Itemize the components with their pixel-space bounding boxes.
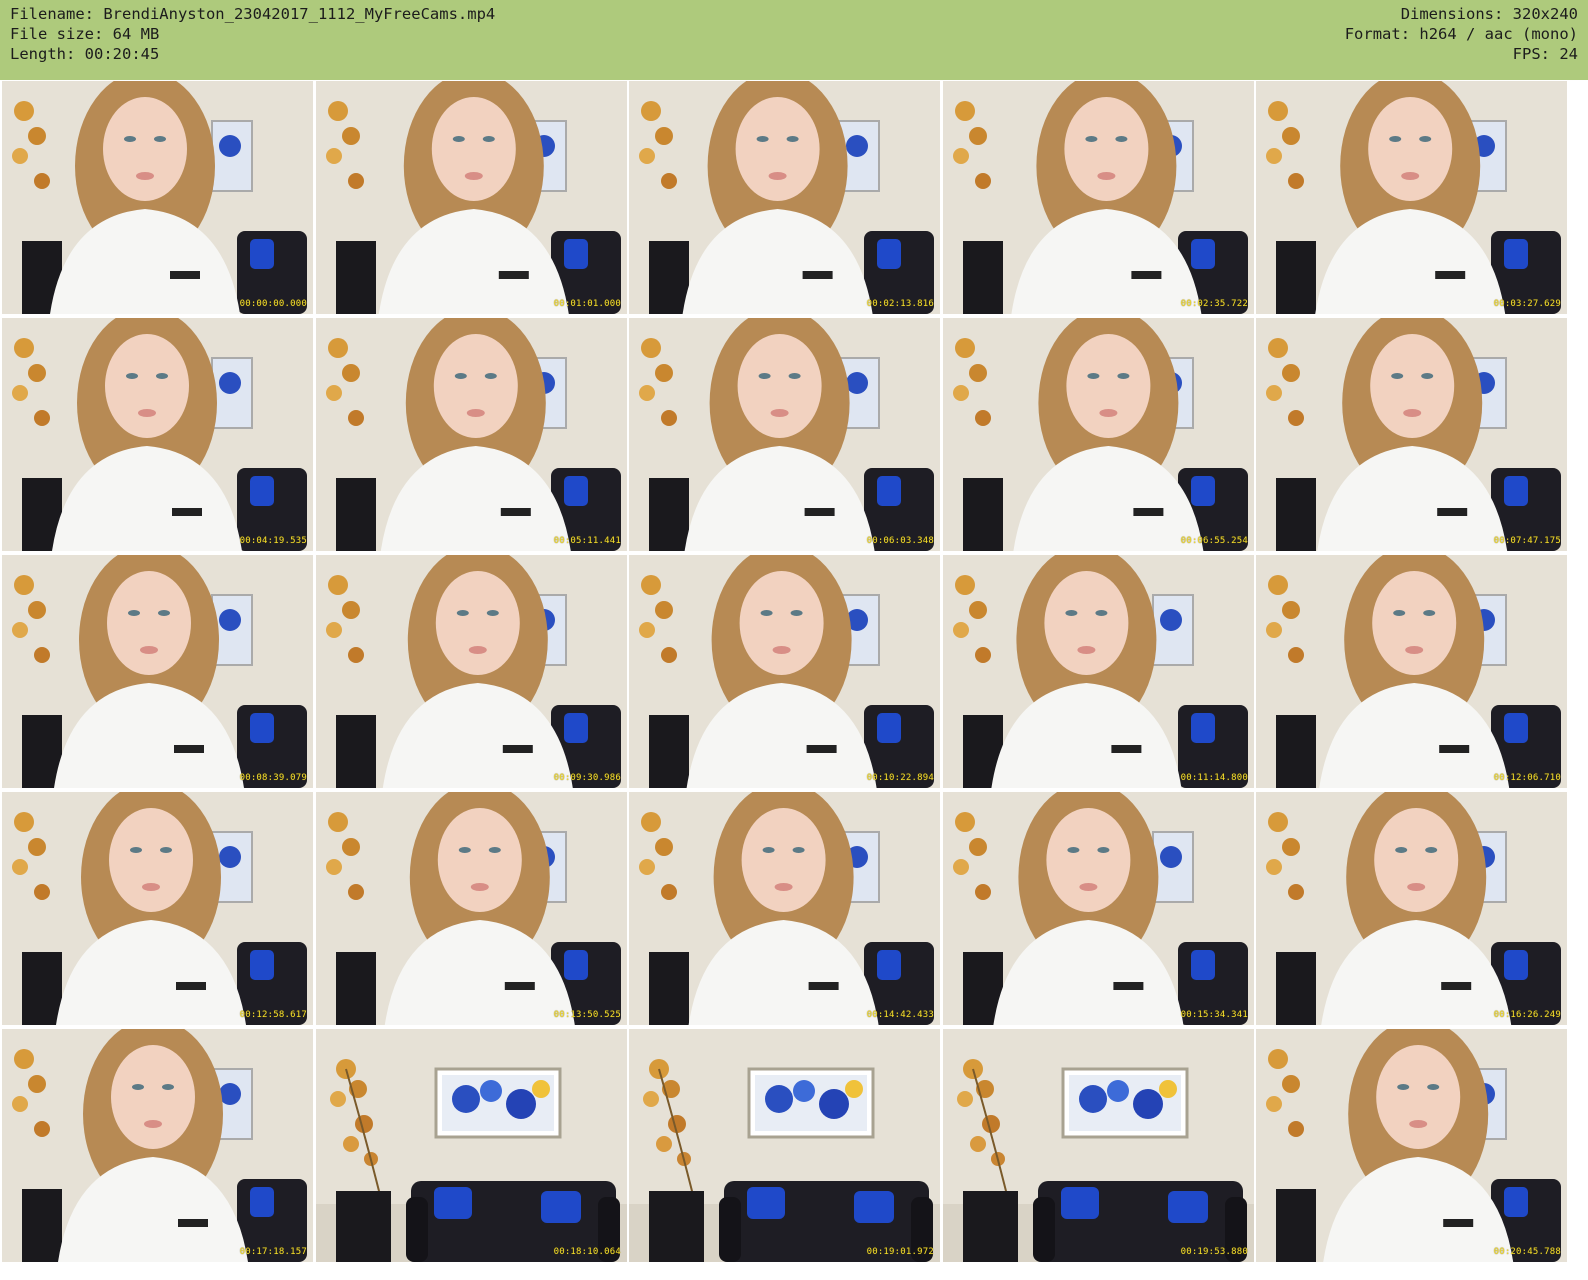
frame-timestamp: 00:08:39.079 bbox=[239, 773, 307, 783]
frame-timestamp: 00:03:27.629 bbox=[1493, 299, 1561, 309]
frame-image bbox=[943, 1029, 1254, 1262]
frame-image bbox=[2, 318, 313, 551]
frame-timestamp: 00:02:13.816 bbox=[866, 299, 934, 309]
frame-timestamp: 00:10:22.894 bbox=[866, 773, 934, 783]
frame-image bbox=[629, 81, 940, 314]
frame-timestamp: 00:15:34.341 bbox=[1180, 1010, 1248, 1020]
frame-timestamp: 00:12:58.617 bbox=[239, 1010, 307, 1020]
thumbnail-grid: 00:00:00.000 00:01:01.000 00:02:13.816 0… bbox=[0, 80, 1588, 1280]
frame-image bbox=[2, 792, 313, 1025]
frame-timestamp: 00:07:47.175 bbox=[1493, 536, 1561, 546]
dimensions-text: Dimensions: 320x240 bbox=[1400, 5, 1578, 23]
thumbnail-frame: 00:10:22.894 bbox=[629, 555, 940, 788]
thumbnail-frame: 00:15:34.341 bbox=[943, 792, 1254, 1025]
frame-timestamp: 00:18:10.064 bbox=[553, 1247, 621, 1257]
thumbnail-frame: 00:11:14.800 bbox=[943, 555, 1254, 788]
frame-timestamp: 00:12:06.710 bbox=[1493, 773, 1561, 783]
frame-timestamp: 00:19:53.880 bbox=[1180, 1247, 1248, 1257]
frame-image bbox=[629, 792, 940, 1025]
thumbnail-frame: 00:05:11.441 bbox=[316, 318, 627, 551]
frame-timestamp: 00:13:50.525 bbox=[553, 1010, 621, 1020]
thumbnail-frame: 00:00:00.000 bbox=[2, 81, 313, 314]
filename-text: Filename: BrendiAnyston_23042017_1112_My… bbox=[10, 5, 496, 23]
wall-painting bbox=[434, 1067, 562, 1139]
thumbnail-frame: 00:09:30.986 bbox=[316, 555, 627, 788]
filesize-text: File size: 64 MB bbox=[10, 25, 160, 43]
thumbnail-frame: 00:08:39.079 bbox=[2, 555, 313, 788]
thumbnail-frame: 00:17:18.157 bbox=[2, 1029, 313, 1262]
frame-image bbox=[943, 318, 1254, 551]
frame-image bbox=[316, 792, 627, 1025]
frame-image bbox=[629, 1029, 940, 1262]
thumbnail-frame: 00:02:35.722 bbox=[943, 81, 1254, 314]
frame-image bbox=[2, 81, 313, 314]
thumbnail-frame: 00:12:06.710 bbox=[1256, 555, 1567, 788]
length-text: Length: 00:20:45 bbox=[10, 45, 160, 63]
frame-timestamp: 00:09:30.986 bbox=[553, 773, 621, 783]
frame-image bbox=[1256, 555, 1567, 788]
thumbnail-frame: 00:02:13.816 bbox=[629, 81, 940, 314]
thumbnail-frame: 00:01:01.000 bbox=[316, 81, 627, 314]
frame-timestamp: 00:19:01.972 bbox=[866, 1247, 934, 1257]
frame-image bbox=[1256, 318, 1567, 551]
frame-image bbox=[943, 555, 1254, 788]
frame-image bbox=[316, 81, 627, 314]
frame-timestamp: 00:06:03.348 bbox=[866, 536, 934, 546]
wall-painting bbox=[747, 1067, 875, 1139]
frame-image bbox=[316, 1029, 627, 1262]
fps-text: FPS: 24 bbox=[1512, 45, 1578, 63]
frame-timestamp: 00:06:55.254 bbox=[1180, 536, 1248, 546]
format-text: Format: h264 / aac (mono) bbox=[1344, 25, 1578, 43]
thumbnail-frame: 00:14:42.433 bbox=[629, 792, 940, 1025]
frame-image bbox=[2, 1029, 313, 1262]
thumbnail-frame: 00:13:50.525 bbox=[316, 792, 627, 1025]
thumbnail-frame: 00:20:45.788 bbox=[1256, 1029, 1567, 1262]
frame-image bbox=[316, 555, 627, 788]
frame-timestamp: 00:20:45.788 bbox=[1493, 1247, 1561, 1257]
thumbnail-frame: 00:12:58.617 bbox=[2, 792, 313, 1025]
frame-image bbox=[316, 318, 627, 551]
frame-image bbox=[629, 318, 940, 551]
frame-image bbox=[1256, 792, 1567, 1025]
frame-timestamp: 00:16:26.249 bbox=[1493, 1010, 1561, 1020]
frame-timestamp: 00:01:01.000 bbox=[553, 299, 621, 309]
thumbnail-frame: 00:07:47.175 bbox=[1256, 318, 1567, 551]
frame-image bbox=[2, 555, 313, 788]
frame-timestamp: 00:02:35.722 bbox=[1180, 299, 1248, 309]
thumbnail-frame: 00:19:53.880 bbox=[943, 1029, 1254, 1262]
frame-timestamp: 00:04:19.535 bbox=[239, 536, 307, 546]
thumbnail-frame: 00:04:19.535 bbox=[2, 318, 313, 551]
frame-timestamp: 00:14:42.433 bbox=[866, 1010, 934, 1020]
frame-image bbox=[943, 81, 1254, 314]
thumbnail-frame: 00:16:26.249 bbox=[1256, 792, 1567, 1025]
thumbnail-frame: 00:06:03.348 bbox=[629, 318, 940, 551]
frame-image bbox=[629, 555, 940, 788]
frame-timestamp: 00:11:14.800 bbox=[1180, 773, 1248, 783]
frame-image bbox=[1256, 1029, 1567, 1262]
frame-timestamp: 00:17:18.157 bbox=[239, 1247, 307, 1257]
frame-timestamp: 00:05:11.441 bbox=[553, 536, 621, 546]
frame-image bbox=[943, 792, 1254, 1025]
file-info-right: Dimensions: 320x240 Format: h264 / aac (… bbox=[1345, 4, 1578, 64]
frame-image bbox=[1256, 81, 1567, 314]
thumbnail-frame: 00:03:27.629 bbox=[1256, 81, 1567, 314]
file-info-header: Filename: BrendiAnyston_23042017_1112_My… bbox=[0, 0, 1588, 80]
thumbnail-frame: 00:19:01.972 bbox=[629, 1029, 940, 1262]
frame-timestamp: 00:00:00.000 bbox=[239, 299, 307, 309]
file-info-left: Filename: BrendiAnyston_23042017_1112_My… bbox=[10, 4, 495, 64]
wall-painting bbox=[1061, 1067, 1189, 1139]
thumbnail-frame: 00:18:10.064 bbox=[316, 1029, 627, 1262]
thumbnail-frame: 00:06:55.254 bbox=[943, 318, 1254, 551]
